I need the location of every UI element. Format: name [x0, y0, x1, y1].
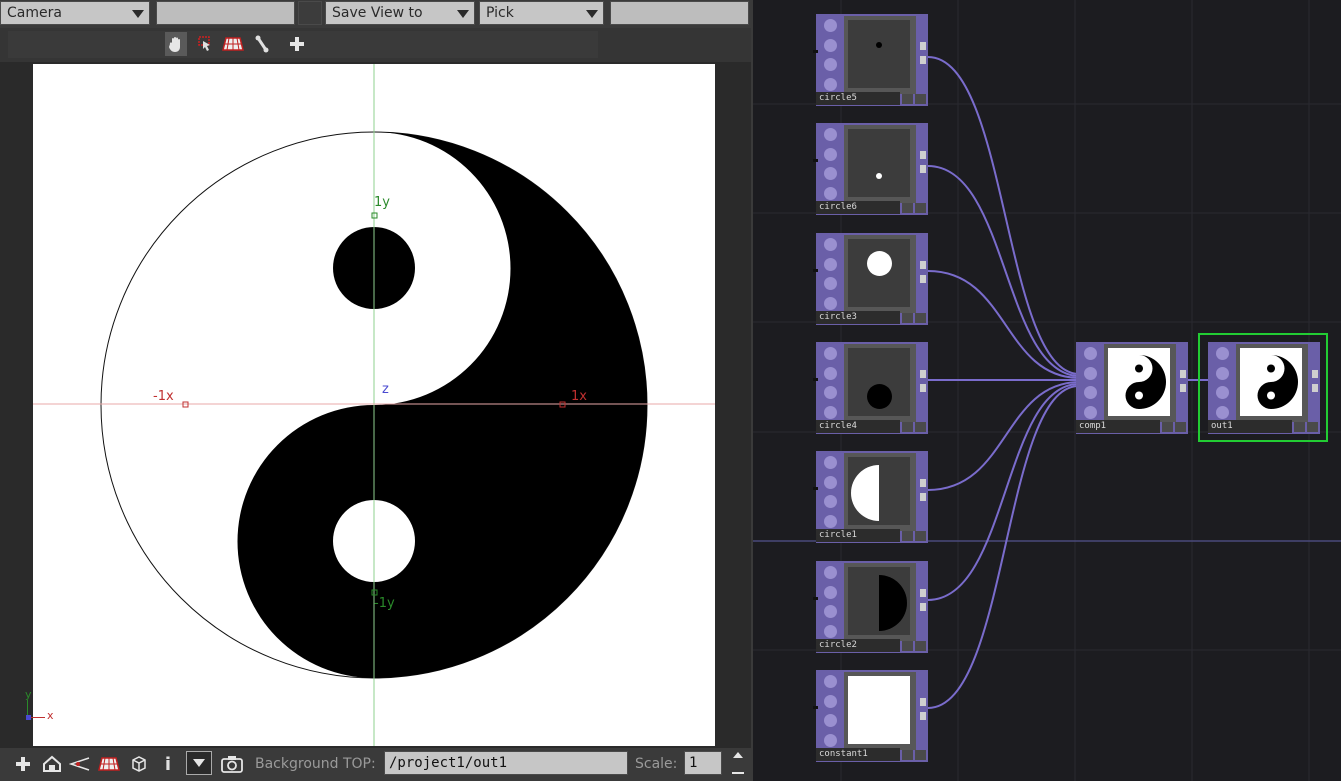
gizmo-y-label: y — [25, 688, 32, 701]
chevron-down-icon — [132, 10, 144, 18]
add-icon[interactable] — [12, 752, 34, 776]
perspective-icon[interactable] — [69, 752, 91, 776]
node-circle4[interactable]: circle4 — [813, 342, 928, 434]
node-preview — [844, 235, 916, 313]
node-preview — [844, 672, 916, 750]
home-icon[interactable] — [41, 752, 63, 776]
node-preview — [1236, 344, 1308, 422]
chevron-down-icon — [193, 759, 205, 767]
node-label: circle1 — [816, 529, 900, 542]
background-top-label: Background TOP: — [255, 756, 376, 772]
node-preview — [844, 453, 916, 531]
node-circle3[interactable]: circle3 — [813, 233, 928, 325]
save-view-dropdown[interactable]: Save View to — [325, 1, 475, 25]
node-label: circle4 — [816, 420, 900, 433]
axis-label-z: z — [382, 382, 389, 397]
chevron-down-icon — [586, 10, 598, 18]
save-view-dropdown-label: Save View to — [332, 5, 423, 21]
node-label: out1 — [1208, 420, 1292, 433]
node-out1[interactable]: out1 — [1208, 342, 1320, 434]
pick-dropdown-label: Pick — [486, 5, 514, 21]
node-label: circle3 — [816, 311, 900, 324]
display-mode-dropdown[interactable] — [186, 751, 212, 775]
chevron-down-icon — [457, 10, 469, 18]
view-toggle-button[interactable] — [298, 1, 322, 25]
node-circle5[interactable]: circle5 — [813, 14, 928, 106]
background-top-field[interactable]: /project1/out1 — [384, 751, 628, 775]
camera-dropdown[interactable]: Camera — [0, 1, 150, 25]
network-editor[interactable]: circle5 circle6 circle3 circle4 circle1 — [751, 0, 1341, 781]
node-label: circle2 — [816, 639, 900, 652]
node-preview — [844, 16, 916, 94]
node-label: circle5 — [816, 92, 900, 105]
yin-yang-render — [33, 64, 715, 746]
node-label: circle6 — [816, 201, 900, 214]
hand-icon[interactable] — [165, 32, 187, 56]
node-preview — [844, 344, 916, 422]
viewer-top-toolbar: Camera Save View to Pick — [0, 0, 751, 28]
grid-icon[interactable] — [98, 752, 120, 776]
node-preview — [844, 563, 916, 641]
axis-label-y-neg: -1y — [374, 596, 395, 611]
viewport-canvas[interactable]: 1y -1y -1x 1x z — [33, 64, 715, 746]
viewer-panel: Camera Save View to Pick 1y -1y -1x 1x z… — [0, 0, 751, 781]
cube-icon[interactable] — [128, 752, 150, 776]
gizmo-x-label: x — [47, 709, 54, 722]
node-circle2[interactable]: circle2 — [813, 561, 928, 653]
node-label: comp1 — [1076, 420, 1160, 433]
node-constant1[interactable]: constant1 — [813, 670, 928, 762]
node-circle1[interactable]: circle1 — [813, 451, 928, 543]
axis-label-y-pos: 1y — [374, 195, 390, 210]
camera-name-field[interactable] — [156, 1, 295, 25]
add-icon[interactable] — [286, 32, 308, 56]
pick-field[interactable] — [610, 1, 749, 25]
axis-gizmo: y x — [25, 688, 54, 722]
axis-label-x-neg: -1x — [153, 389, 174, 404]
viewer-tool-bar — [0, 28, 751, 62]
node-preview — [1104, 344, 1176, 422]
info-label: i — [164, 753, 172, 775]
camera-dropdown-label: Camera — [7, 5, 62, 21]
gizmo-z-marker — [26, 715, 31, 720]
bone-icon[interactable] — [251, 32, 273, 56]
select-icon[interactable] — [194, 32, 216, 56]
scale-slider-handle[interactable] — [730, 750, 746, 776]
info-icon[interactable]: i — [157, 752, 179, 776]
scale-label: Scale: — [635, 756, 678, 772]
scale-field[interactable]: 1 — [684, 751, 722, 775]
node-circle6[interactable]: circle6 — [813, 123, 928, 215]
grid-icon[interactable] — [222, 32, 244, 56]
pick-dropdown[interactable]: Pick — [479, 1, 604, 25]
axis-label-x-pos: 1x — [571, 389, 587, 404]
node-comp1[interactable]: comp1 — [1076, 342, 1188, 434]
node-label: constant1 — [816, 748, 900, 761]
node-preview — [844, 125, 916, 203]
camera-icon[interactable] — [221, 752, 243, 776]
